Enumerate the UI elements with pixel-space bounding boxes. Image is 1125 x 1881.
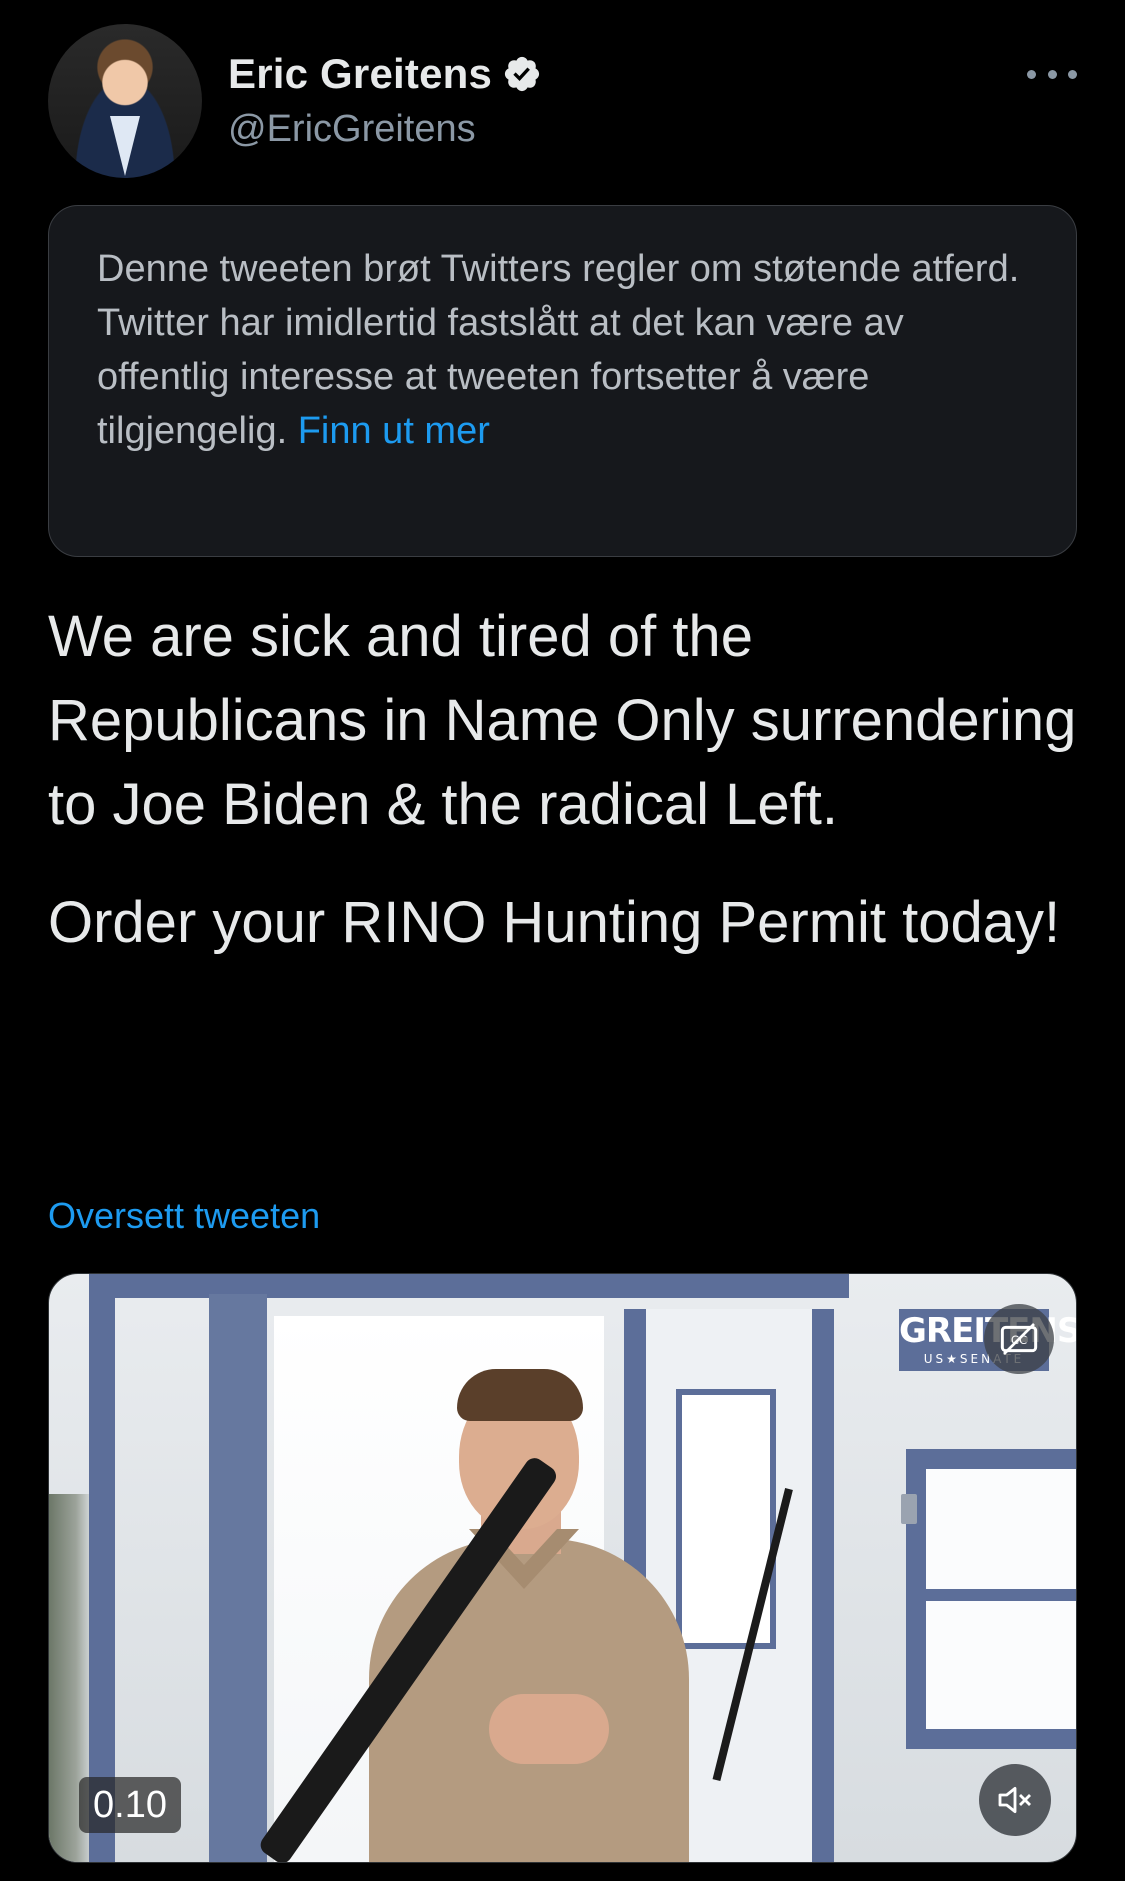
verified-badge-icon bbox=[504, 56, 540, 92]
avatar-shirt bbox=[110, 116, 140, 176]
tweet-paragraph: We are sick and tired of the Republicans… bbox=[48, 604, 1077, 837]
more-dot bbox=[1047, 69, 1057, 79]
door-post bbox=[209, 1294, 267, 1862]
avatar[interactable] bbox=[48, 24, 202, 178]
more-dot bbox=[1068, 69, 1077, 79]
closed-captions-button[interactable]: CC bbox=[984, 1304, 1054, 1374]
tweet-header: Eric Greitens @EricGreitens bbox=[48, 24, 1077, 180]
person-hand bbox=[489, 1694, 609, 1764]
video-player[interactable]: GREITENS US★SENATE CC 0.10 bbox=[48, 1273, 1077, 1863]
author-name-row[interactable]: Eric Greitens bbox=[228, 50, 542, 98]
video-timestamp: 0.10 bbox=[79, 1777, 181, 1833]
tweet-detail-page: Eric Greitens @EricGreitens Denne tweete… bbox=[0, 0, 1125, 1881]
author-name[interactable]: Eric Greitens bbox=[228, 50, 492, 98]
learn-more-link[interactable]: Finn ut mer bbox=[298, 410, 490, 452]
more-options-icon[interactable] bbox=[1027, 64, 1077, 84]
public-interest-notice: Denne tweeten brøt Twitters regler om st… bbox=[48, 205, 1077, 557]
more-dot bbox=[1027, 69, 1036, 79]
window bbox=[906, 1449, 1076, 1749]
light-switch bbox=[901, 1494, 917, 1524]
tweet-paragraph: Order your RINO Hunting Permit today! bbox=[48, 890, 1061, 955]
author-handle[interactable]: @EricGreitens bbox=[228, 108, 476, 151]
muted-speaker-icon bbox=[998, 1786, 1032, 1814]
window-sash bbox=[926, 1589, 1076, 1601]
cc-icon: CC bbox=[1000, 1323, 1038, 1355]
unmute-button[interactable] bbox=[979, 1764, 1051, 1836]
notice-text: Denne tweeten brøt Twitters regler om st… bbox=[97, 248, 1020, 452]
person-hair bbox=[457, 1369, 583, 1421]
translate-tweet-link[interactable]: Oversett tweeten bbox=[48, 1195, 320, 1237]
tweet-body: We are sick and tired of the Republicans… bbox=[48, 595, 1077, 999]
